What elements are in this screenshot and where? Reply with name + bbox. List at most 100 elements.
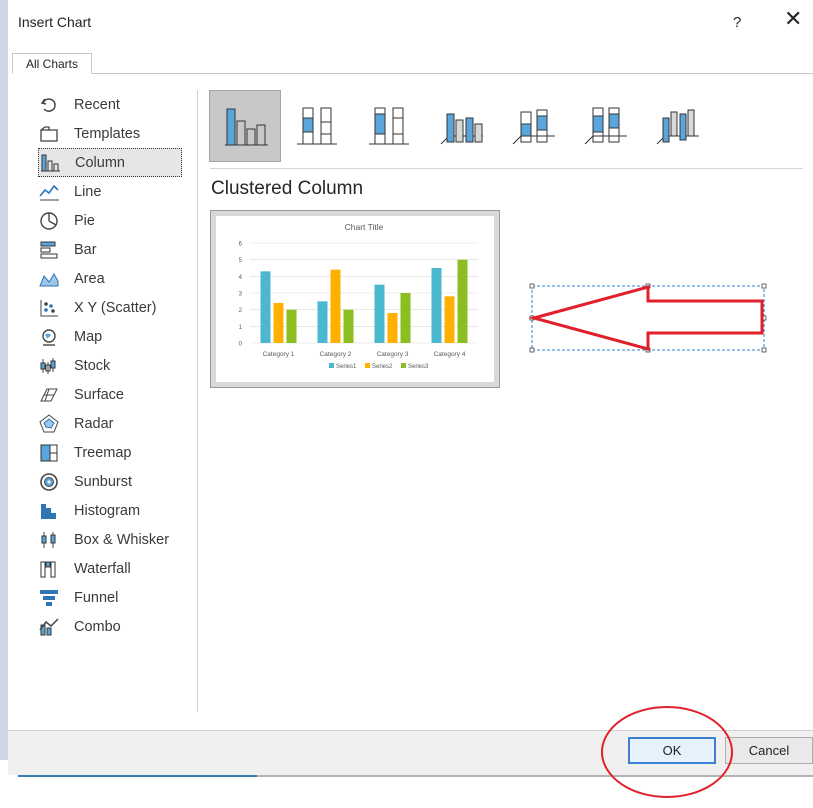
y-tick-label: 4: [239, 275, 243, 281]
legend-swatch: [401, 363, 406, 368]
chart-type-label: Combo: [74, 618, 121, 635]
chart-type-combo[interactable]: Combo: [38, 612, 182, 641]
subtype-3d-stacked-column[interactable]: [497, 90, 569, 162]
chart-type-label: Map: [74, 328, 103, 345]
tab-all-charts[interactable]: All Charts: [12, 53, 92, 74]
cancel-button[interactable]: Cancel: [725, 737, 813, 764]
subtype-100-stacked-column[interactable]: [353, 90, 425, 162]
help-button[interactable]: ?: [733, 14, 741, 31]
chart-type-x-y-scatter[interactable]: X Y (Scatter): [38, 293, 182, 322]
stacked-column-icon: [297, 107, 337, 145]
bar-series3-1: [286, 309, 297, 343]
chart-type-treemap[interactable]: Treemap: [38, 438, 182, 467]
bar-series3-2: [343, 309, 354, 343]
templates-icon: [38, 124, 60, 144]
area-chart-icon: [38, 269, 60, 289]
x-tick-label: Category 2: [320, 351, 352, 358]
pie-chart-icon: [38, 211, 60, 231]
chart-type-surface[interactable]: Surface: [38, 380, 182, 409]
chart-type-label: Funnel: [74, 589, 119, 606]
left-arrow-annotation: [528, 285, 764, 351]
clustered-column-chart: Chart Title 0 1 2 3 4 5 6 Category 1 Category 2 Ca…: [239, 222, 478, 370]
tab-strip: [12, 73, 813, 74]
recent-icon: [38, 95, 60, 115]
x-tick-label: Category 4: [434, 351, 466, 358]
bar-series1-2: [317, 301, 328, 343]
chart-type-map[interactable]: Map: [38, 322, 182, 351]
chart-type-label: Templates: [74, 125, 141, 142]
bar-series1-3: [374, 284, 385, 343]
chart-type-label: Waterfall: [74, 560, 131, 577]
column-chart-icon: [39, 153, 61, 173]
legend-label: Series2: [372, 364, 393, 370]
chart-type-label: Treemap: [74, 444, 132, 461]
progress-bar: [18, 775, 813, 777]
histogram-chart-icon: [38, 501, 60, 521]
subtype-stacked-column[interactable]: [281, 90, 353, 162]
chart-type-label: Surface: [74, 386, 124, 403]
combo-chart-icon: [38, 617, 60, 637]
legend-swatch: [365, 363, 370, 368]
divider: [197, 90, 198, 712]
progress-fill: [18, 775, 257, 777]
dialog-title: Insert Chart: [18, 14, 92, 30]
chart-type-label: Column: [75, 154, 125, 171]
chart-type-label: X Y (Scatter): [74, 299, 157, 316]
chart-type-box-whisker[interactable]: Box & Whisker: [38, 525, 182, 554]
treemap-chart-icon: [38, 443, 60, 463]
chart-type-pie[interactable]: Pie: [38, 206, 182, 235]
chart-type-templates[interactable]: Templates: [38, 119, 182, 148]
chart-type-label: Radar: [74, 415, 114, 432]
legend-label: Series3: [408, 364, 429, 370]
window-edge: [0, 0, 8, 760]
stock-chart-icon: [38, 356, 60, 376]
bar-series2-1: [273, 303, 284, 343]
chart-preview[interactable]: Chart Title 0 1 2 3 4 5 6 Category 1 Category 2 Ca…: [210, 210, 500, 388]
chart-type-waterfall[interactable]: Waterfall: [38, 554, 182, 583]
bar-series3-4: [457, 259, 468, 343]
legend-label: Series1: [336, 364, 357, 370]
sunburst-chart-icon: [38, 472, 60, 492]
selection-handles: [529, 283, 767, 353]
3d-clustered-column-icon: [440, 113, 483, 145]
subtype-3d-100-stacked-column[interactable]: [569, 90, 641, 162]
chart-type-histogram[interactable]: Histogram: [38, 496, 182, 525]
chart-type-funnel[interactable]: Funnel: [38, 583, 182, 612]
x-tick-label: Category 3: [377, 351, 409, 358]
subtype-3d-clustered-column[interactable]: [425, 90, 497, 162]
chart-type-recent[interactable]: Recent: [38, 90, 182, 119]
chart-type-label: Pie: [74, 212, 95, 229]
bar-series2-2: [330, 269, 341, 343]
chart-type-line[interactable]: Line: [38, 177, 182, 206]
chart-type-sunburst[interactable]: Sunburst: [38, 467, 182, 496]
bar-chart-icon: [38, 240, 60, 260]
subtype-clustered-column[interactable]: [209, 90, 281, 162]
y-tick-label: 2: [239, 308, 243, 314]
surface-chart-icon: [38, 385, 60, 405]
chart-type-label: Line: [74, 183, 102, 200]
chart-type-label: Sunburst: [74, 473, 133, 490]
chart-type-label: Bar: [74, 241, 97, 258]
100-stacked-column-icon: [369, 107, 409, 145]
3d-stacked-column-icon: [512, 109, 555, 145]
chart-type-area[interactable]: Area: [38, 264, 182, 293]
bar-series2-3: [387, 313, 398, 343]
subtype-3d-column[interactable]: [641, 90, 713, 162]
chart-type-stock[interactable]: Stock: [38, 351, 182, 380]
divider: [210, 168, 803, 169]
y-tick-label: 1: [239, 325, 243, 331]
chart-type-column[interactable]: Column: [38, 148, 182, 177]
bar-series1-4: [431, 268, 442, 343]
y-tick-label: 3: [239, 292, 243, 298]
box-whisker-chart-icon: [38, 530, 60, 550]
chart-type-radar[interactable]: Radar: [38, 409, 182, 438]
legend-swatch: [329, 363, 334, 368]
3d-column-icon: [656, 109, 699, 145]
bar-series2-4: [444, 296, 455, 343]
bar-series1-1: [260, 271, 271, 343]
chart-type-bar[interactable]: Bar: [38, 235, 182, 264]
funnel-chart-icon: [38, 588, 60, 608]
radar-chart-icon: [38, 413, 60, 434]
ok-button[interactable]: OK: [628, 737, 716, 764]
close-button[interactable]: ✕: [784, 8, 802, 30]
